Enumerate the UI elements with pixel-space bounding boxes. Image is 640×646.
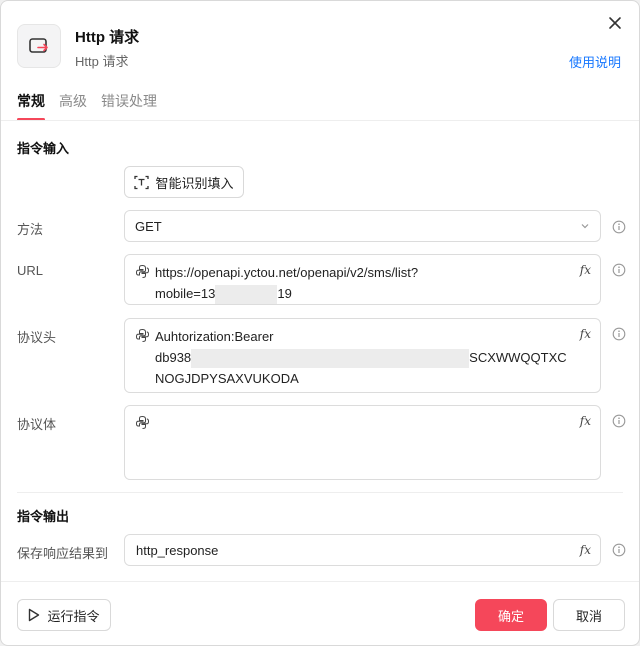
fx-icon[interactable]: 𝑓x	[580, 263, 591, 277]
python-icon	[135, 415, 150, 429]
chevron-down-icon	[581, 224, 589, 229]
redacted-mask	[191, 349, 470, 369]
smart-fill-button[interactable]: 智能识别填入	[124, 166, 244, 198]
dialog-subtitle: Http 请求	[75, 54, 129, 69]
body-label: 协议体	[17, 417, 57, 432]
info-icon[interactable]	[612, 220, 626, 234]
info-icon[interactable]	[612, 414, 626, 428]
method-value: GET	[135, 219, 162, 234]
save-result-label: 保存响应结果到	[17, 546, 109, 561]
url-label: URL	[17, 263, 44, 278]
smart-fill-label: 智能识别填入	[155, 175, 234, 191]
url-field[interactable]: https://openapi.yctou.net/openapi/v2/sms…	[124, 254, 601, 305]
info-icon[interactable]	[612, 327, 626, 341]
save-result-input[interactable]: http_response 𝑓x	[124, 534, 601, 566]
cancel-button[interactable]: 取消	[553, 599, 625, 631]
input-section-title: 指令输入	[17, 141, 70, 156]
body-field[interactable]: 𝑓x	[124, 405, 601, 480]
run-command-label: 运行指令	[47, 608, 100, 624]
section-divider	[17, 492, 623, 493]
text-scan-icon	[134, 175, 150, 189]
url-text: https://openapi.yctou.net/openapi/v2/sms…	[155, 262, 570, 305]
tab-advanced[interactable]: 高级	[59, 91, 87, 121]
info-icon[interactable]	[612, 543, 626, 557]
fx-icon[interactable]: 𝑓x	[580, 327, 591, 341]
dialog-title: Http 请求	[75, 29, 140, 46]
footer-divider	[1, 581, 639, 582]
redacted-mask	[215, 285, 278, 305]
tab-bar: 常规 高级 错误处理	[17, 91, 157, 121]
http-request-icon	[17, 24, 61, 68]
headers-label: 协议头	[17, 330, 57, 345]
save-result-value: http_response	[136, 543, 219, 558]
help-link[interactable]: 使用说明	[569, 52, 621, 71]
fx-icon[interactable]: 𝑓x	[580, 414, 591, 428]
python-icon	[135, 328, 150, 342]
fx-icon[interactable]: 𝑓x	[580, 543, 591, 557]
method-select[interactable]: GET	[124, 210, 601, 242]
http-request-dialog: Http 请求 Http 请求 使用说明 常规 高级 错误处理 指令输入 智能识…	[0, 0, 640, 646]
info-icon[interactable]	[612, 263, 626, 277]
method-label: 方法	[17, 222, 44, 237]
run-command-button[interactable]: 运行指令	[17, 599, 111, 631]
output-section-title: 指令输出	[17, 509, 70, 524]
headers-text: Auhtorization:Bearer db938 SCXWWQQTXC NOG…	[155, 329, 567, 387]
close-icon[interactable]	[605, 13, 625, 33]
tabs-divider	[1, 120, 639, 121]
confirm-button[interactable]: 确定	[475, 599, 547, 631]
python-icon	[135, 264, 150, 278]
headers-field[interactable]: Auhtorization:Bearer db938 SCXWWQQTXC NOG…	[124, 318, 601, 393]
tab-general[interactable]: 常规	[17, 91, 45, 121]
play-icon	[29, 608, 40, 622]
tab-error-handling[interactable]: 错误处理	[101, 91, 157, 121]
